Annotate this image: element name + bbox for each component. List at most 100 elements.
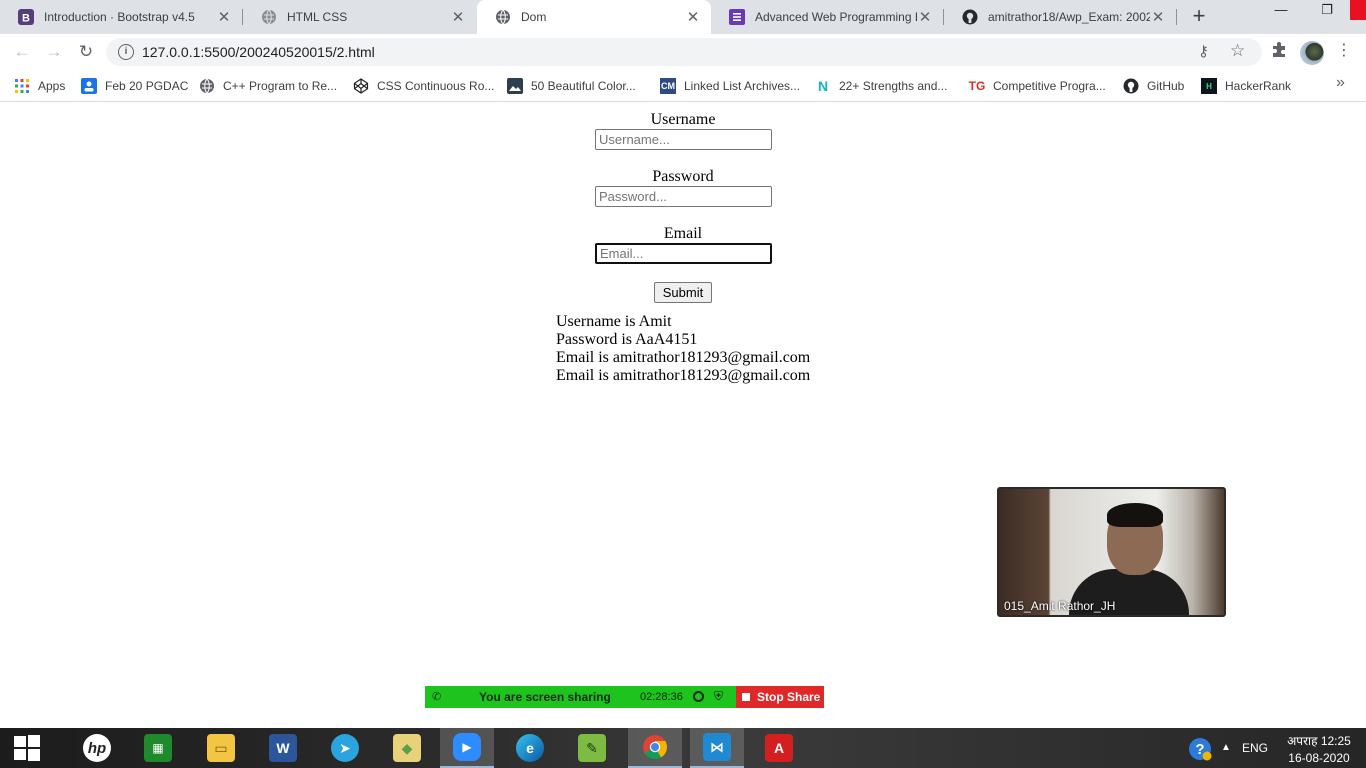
shield-icon[interactable]: ⛨ — [714, 689, 723, 704]
tab-bootstrap[interactable]: B Introduction · Bootstrap v4.5 ✕ — [0, 0, 242, 34]
tab-github-awp-exam[interactable]: amitrathor18/Awp_Exam: 20024 ✕ — [944, 0, 1176, 34]
zoom-icon[interactable]: ▶ — [440, 728, 494, 768]
output-line-password: Password is AaA4151 — [556, 331, 698, 348]
bookmark-feb-20-pgdac[interactable]: Feb 20 PGDAC — [81, 76, 188, 96]
bookmark-linked-list[interactable]: CM Linked List Archives... — [660, 76, 800, 96]
back-arrow-icon[interactable]: ← — [10, 40, 34, 64]
email-input[interactable] — [595, 243, 772, 264]
stop-square-icon — [742, 693, 750, 701]
bookmark-label: CSS Continuous Ro... — [377, 79, 495, 93]
acrobat-icon[interactable]: A — [752, 728, 806, 768]
codepen-icon — [353, 78, 369, 94]
tab-separator — [1176, 9, 1177, 25]
bookmark-apps[interactable]: Apps — [14, 76, 65, 96]
bookmark-label: 50 Beautiful Color... — [531, 79, 636, 93]
language-indicator[interactable]: ENG — [1242, 741, 1268, 768]
n-icon: N — [817, 78, 829, 94]
close-icon[interactable]: ✕ — [450, 8, 466, 26]
screen-share-bar[interactable]: ✆ You are screen sharing 02:28:36 ⛨ Stop… — [425, 686, 824, 708]
hp-icon[interactable]: hp — [70, 728, 124, 768]
tab-title: Dom — [521, 10, 547, 24]
close-icon[interactable]: ✕ — [917, 8, 933, 26]
output-line-email: Email is amitrathor181293@gmail.com — [556, 367, 811, 384]
stop-share-label: Stop Share — [757, 690, 821, 704]
tab-html-css[interactable]: HTML CSS ✕ — [243, 0, 476, 34]
bootstrap-icon: B — [18, 9, 34, 25]
username-input[interactable] — [595, 129, 772, 150]
close-icon[interactable]: ✕ — [685, 8, 701, 26]
clock[interactable]: अपराह 12:25 16-08-2020 — [1283, 733, 1355, 768]
close-icon[interactable]: ✕ — [1150, 8, 1166, 26]
bookmarks-overflow-icon[interactable]: » — [1336, 74, 1345, 92]
contact-card-icon — [81, 78, 97, 94]
bookmark-competitive-programming[interactable]: TG Competitive Progra... — [969, 76, 1106, 96]
site-info-icon[interactable]: i — [118, 44, 134, 60]
submit-button[interactable]: Submit — [654, 282, 712, 303]
bookmark-hackerrank[interactable]: H HackerRank — [1201, 76, 1291, 96]
profile-avatar[interactable] — [1300, 41, 1324, 65]
edge-icon[interactable]: e — [503, 728, 557, 768]
help-icon[interactable]: ? — [1188, 737, 1212, 768]
tab-title: amitrathor18/Awp_Exam: 20024 — [988, 10, 1150, 24]
record-icon[interactable] — [693, 691, 704, 702]
chrome-icon[interactable] — [628, 728, 682, 768]
calculator-icon[interactable]: ▦ — [131, 728, 185, 768]
telegram-icon[interactable]: ➤ — [318, 728, 372, 768]
close-icon[interactable]: ✕ — [216, 8, 232, 26]
participant-name: 015_Amit Rathor_JH — [1004, 599, 1116, 613]
bookmark-label: GitHub — [1147, 79, 1185, 93]
word-icon[interactable]: W — [256, 728, 310, 768]
tab-strip: B Introduction · Bootstrap v4.5 ✕ HTML C… — [0, 0, 1366, 34]
image-icon — [507, 78, 523, 94]
bookmark-github[interactable]: GitHub — [1123, 76, 1184, 96]
windows-start-icon[interactable] — [0, 728, 54, 768]
forms-icon — [729, 9, 745, 25]
restore-icon[interactable]: ❐ — [1304, 0, 1350, 20]
key-icon[interactable]: ⚷ — [1198, 42, 1209, 60]
file-explorer-icon[interactable]: ▭ — [194, 728, 248, 768]
minimize-icon[interactable]: — — [1258, 0, 1304, 20]
bookmark-label: Apps — [38, 79, 66, 93]
bookmark-star-icon[interactable]: ☆ — [1230, 41, 1245, 61]
tab-title: HTML CSS — [287, 10, 348, 24]
bookmark-label: Competitive Progra... — [993, 79, 1106, 93]
reload-icon[interactable]: ↻ — [74, 40, 98, 64]
kebab-menu-icon[interactable]: ⋮ — [1336, 41, 1352, 61]
plus-icon[interactable]: + — [1188, 5, 1210, 28]
windows-taskbar: hp ▦ ▭ W ➤ ◆ ▶ e ✎ ⋈ A — [0, 728, 1366, 768]
password-input[interactable] — [595, 186, 772, 207]
participant-video-tile[interactable]: 015_Amit Rathor_JH — [997, 487, 1226, 617]
hackerrank-icon: H — [1201, 78, 1217, 94]
clock-date: 16-08-2020 — [1288, 751, 1350, 765]
notepad-icon[interactable]: ✎ — [565, 728, 619, 768]
tab-advanced-web-programming[interactable]: Advanced Web Programming E ✕ — [711, 0, 943, 34]
tab-title: Advanced Web Programming E — [755, 10, 917, 24]
bookmark-css-continuous[interactable]: CSS Continuous Ro... — [353, 76, 494, 96]
extensions-puzzle-icon[interactable] — [1270, 40, 1288, 63]
tab-title: Introduction · Bootstrap v4.5 — [44, 10, 195, 24]
globe-icon — [495, 9, 511, 25]
globe-icon — [261, 9, 277, 25]
github-icon — [1123, 78, 1139, 94]
output-lines: Username is Amit Password is AaA4151 Ema… — [556, 313, 810, 385]
vscode-icon[interactable]: ⋈ — [690, 728, 744, 768]
address-bar[interactable]: i 127.0.0.1:5500/200240520015/2.html ⚷ ☆ — [106, 38, 1262, 66]
folder-icon[interactable]: ◆ — [380, 728, 434, 768]
window-close-icon[interactable]: ✕ — [1350, 0, 1366, 20]
url-text[interactable]: 127.0.0.1:5500/200240520015/2.html — [142, 44, 375, 60]
share-message: You are screen sharing — [479, 690, 611, 704]
github-icon — [962, 9, 978, 25]
bookmark-50-beautiful-color[interactable]: 50 Beautiful Color... — [507, 76, 636, 96]
tray-chevron-up-icon[interactable]: ▲ — [1221, 742, 1231, 768]
stop-share-button[interactable]: Stop Share — [736, 686, 824, 708]
bookmark-label: HackerRank — [1225, 79, 1292, 93]
bookmark-label: 22+ Strengths and... — [839, 79, 948, 93]
tab-dom[interactable]: Dom ✕ — [477, 0, 711, 34]
forward-arrow-icon[interactable]: → — [42, 40, 66, 64]
tg-icon: TG — [968, 79, 986, 93]
bookmark-strengths[interactable]: N 22+ Strengths and... — [815, 76, 947, 96]
output-line-email: Email is amitrathor181293@gmail.com — [556, 349, 811, 366]
bookmark-cpp-program[interactable]: C++ Program to Re... — [199, 76, 337, 96]
output-line-username: Username is Amit — [556, 313, 672, 330]
password-label: Password — [652, 168, 714, 185]
